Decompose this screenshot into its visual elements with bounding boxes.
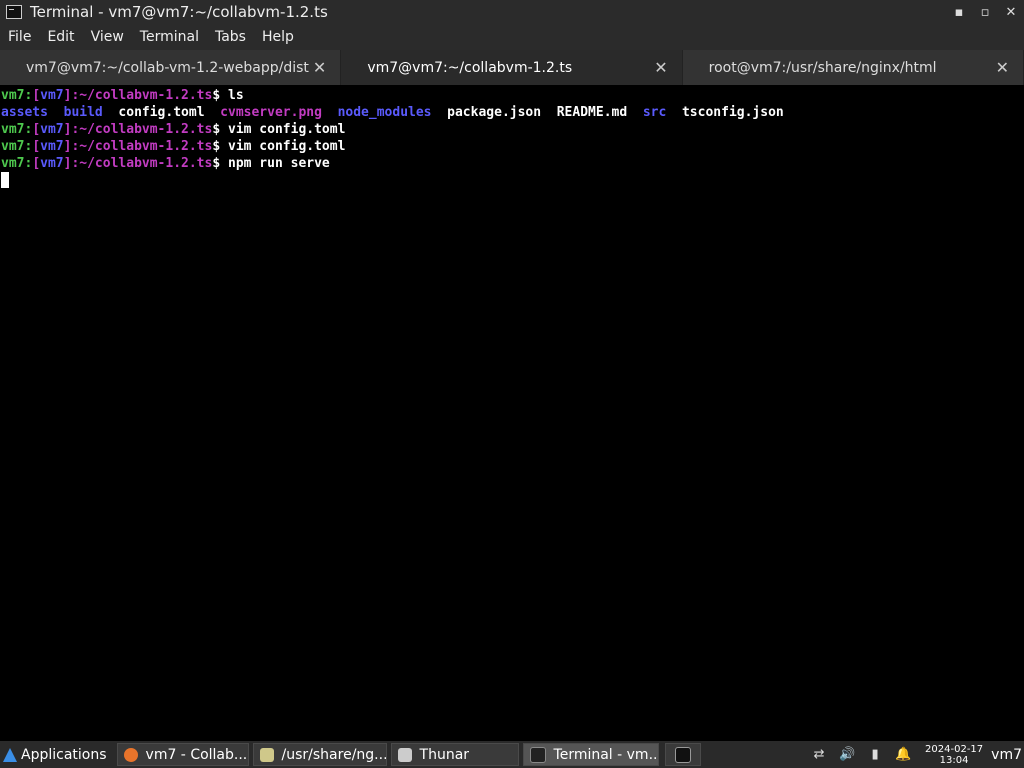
- clock-time: 13:04: [939, 754, 969, 766]
- volume-icon[interactable]: 🔊: [839, 747, 855, 763]
- task-firefox[interactable]: vm7 - Collab...: [116, 743, 249, 766]
- tab-bar: vm7@vm7:~/collab-vm-1.2-webapp/dist ✕ vm…: [0, 50, 1024, 86]
- terminal-app-icon: [6, 5, 22, 19]
- taskbar: Applications vm7 - Collab... /usr/share/…: [0, 741, 1024, 768]
- terminal-line: vm7:[vm7]:~/collabvm-1.2.ts$ npm run ser…: [1, 156, 330, 171]
- terminal-line: vm7:[vm7]:~/collabvm-1.2.ts$ vim config.…: [1, 139, 346, 154]
- terminal-line: vm7:[vm7]:~/collabvm-1.2.ts$ vim config.…: [1, 122, 346, 137]
- menu-terminal[interactable]: Terminal: [132, 29, 207, 45]
- tab-close-icon[interactable]: ✕: [313, 58, 326, 77]
- menu-file[interactable]: File: [0, 29, 39, 45]
- task-editor[interactable]: /usr/share/ng...: [252, 743, 387, 766]
- system-tray: ⇄ 🔊 ▮ 🔔 2024-02-17 13:04 vm7: [805, 744, 1024, 766]
- terminal-cursor: [1, 172, 9, 188]
- folder-icon: [397, 747, 412, 762]
- terminal-icon: [529, 746, 546, 763]
- menu-bar: File Edit View Terminal Tabs Help: [0, 24, 1024, 50]
- network-icon[interactable]: ⇄: [811, 747, 827, 763]
- close-button[interactable]: ✕: [998, 5, 1024, 20]
- maximize-button[interactable]: ▫: [972, 5, 998, 20]
- tab-label: root@vm7:/usr/share/nginx/html: [708, 59, 937, 76]
- workspace-switcher[interactable]: [664, 743, 701, 766]
- menu-help[interactable]: Help: [254, 29, 302, 45]
- applications-icon: [3, 747, 17, 762]
- notification-bell-icon[interactable]: 🔔: [895, 747, 911, 763]
- terminal-output[interactable]: vm7:[vm7]:~/collabvm-1.2.ts$ ls assets b…: [0, 85, 1024, 741]
- battery-icon[interactable]: ▮: [867, 747, 883, 763]
- tab-label: vm7@vm7:~/collabvm-1.2.ts: [367, 59, 573, 76]
- terminal-workspace-icon: [674, 746, 691, 763]
- menu-tabs[interactable]: Tabs: [207, 29, 254, 45]
- minimize-button[interactable]: ▪: [946, 5, 972, 20]
- applications-menu-button[interactable]: Applications: [0, 747, 113, 763]
- tab-webapp-dist[interactable]: vm7@vm7:~/collab-vm-1.2-webapp/dist ✕: [0, 50, 342, 85]
- menu-edit[interactable]: Edit: [39, 29, 82, 45]
- window-titlebar: Terminal - vm7@vm7:~/collabvm-1.2.ts ▪ ▫…: [0, 0, 1024, 24]
- window-title: Terminal - vm7@vm7:~/collabvm-1.2.ts: [30, 3, 328, 21]
- terminal-line: vm7:[vm7]:~/collabvm-1.2.ts$ ls: [1, 88, 244, 103]
- clock-date: 2024-02-17: [925, 743, 984, 755]
- tab-close-icon[interactable]: ✕: [654, 58, 667, 77]
- tab-close-icon[interactable]: ✕: [996, 58, 1009, 77]
- tab-collabvm[interactable]: vm7@vm7:~/collabvm-1.2.ts ✕: [341, 50, 683, 85]
- task-terminal[interactable]: Terminal - vm...: [522, 743, 659, 766]
- tab-nginx-html[interactable]: root@vm7:/usr/share/nginx/html ✕: [683, 50, 1024, 85]
- menu-view[interactable]: View: [83, 29, 132, 45]
- terminal-cursor-line: [1, 172, 1024, 189]
- clock[interactable]: 2024-02-17 13:04: [925, 744, 983, 766]
- applications-label: Applications: [21, 746, 107, 763]
- editor-icon: [259, 747, 274, 762]
- workspace-name[interactable]: vm7: [991, 747, 1022, 763]
- task-thunar[interactable]: Thunar: [390, 743, 519, 766]
- tab-label: vm7@vm7:~/collab-vm-1.2-webapp/dist: [26, 59, 309, 76]
- ls-output-line: assets build config.toml cvmserver.png n…: [1, 105, 784, 120]
- firefox-icon: [123, 747, 138, 762]
